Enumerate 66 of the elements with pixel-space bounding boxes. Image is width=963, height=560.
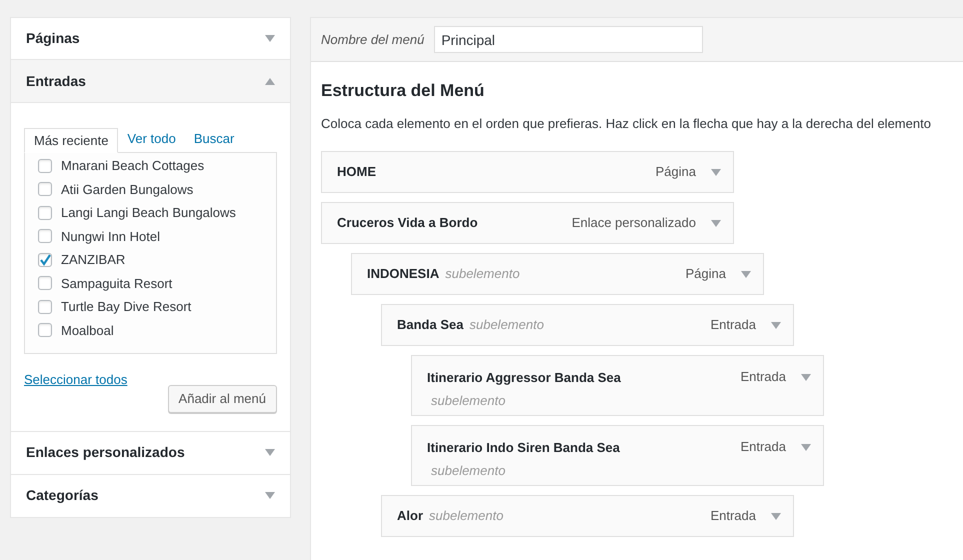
- menu-item-note: subelemento: [430, 462, 506, 480]
- checklist-item[interactable]: Atii Garden Bungalows: [38, 178, 276, 201]
- expand-arrow-icon[interactable]: [711, 220, 721, 226]
- menu-item[interactable]: Alor subelemento Entrada: [381, 495, 794, 537]
- checkbox[interactable]: [38, 206, 52, 220]
- menu-item[interactable]: Banda Sea subelemento Entrada: [381, 304, 794, 346]
- checkbox[interactable]: [38, 229, 52, 244]
- menu-item[interactable]: Itinerario Aggressor Banda Sea subelemento Entrada: [411, 355, 824, 416]
- menu-item-title: Itinerario Indo Siren Banda Sea: [427, 439, 620, 457]
- section-heading: Estructura del Menú: [321, 80, 486, 102]
- menu-item-title: INDONESIA: [367, 265, 440, 284]
- expand-arrow-icon[interactable]: [801, 444, 811, 450]
- menu-item[interactable]: Itinerario Indo Siren Banda Sea subelemento Entrada: [411, 425, 824, 486]
- expand-arrow-icon[interactable]: [265, 35, 275, 42]
- menu-item-note: subelemento: [430, 392, 506, 410]
- checkbox[interactable]: [38, 182, 52, 196]
- menu-item-note: subelemento: [469, 316, 544, 334]
- checkbox[interactable]: [38, 252, 52, 267]
- menu-item-type: Entrada: [740, 368, 786, 386]
- menu-item-title: Banda Sea: [397, 316, 464, 334]
- menu-item-type: Página: [686, 265, 726, 284]
- accordion-header[interactable]: Categorías: [10, 474, 291, 518]
- accordion-header[interactable]: Páginas: [10, 17, 291, 60]
- checklist-item[interactable]: Mnarani Beach Cottages: [38, 154, 276, 178]
- menu-item[interactable]: HOME Página: [321, 151, 734, 193]
- select-all-link[interactable]: Seleccionar todos: [24, 370, 128, 390]
- checklist-item[interactable]: ZANZIBAR: [38, 248, 276, 272]
- accordion-header[interactable]: Enlaces personalizados: [10, 432, 291, 474]
- menu-item-type: Entrada: [740, 438, 786, 456]
- menu-item-title: Itinerario Aggressor Banda Sea: [427, 369, 621, 387]
- checklist-item[interactable]: Turtle Bay Dive Resort: [38, 295, 276, 318]
- checklist-item[interactable]: Sampaguita Resort: [38, 272, 276, 295]
- menu-item-title: Cruceros Vida a Bordo: [337, 214, 478, 232]
- tab[interactable]: Ver todo: [118, 127, 185, 152]
- menu-item[interactable]: INDONESIA subelemento Página: [351, 253, 764, 295]
- description: Coloca cada elemento en el orden que prefieras. Haz click en la flecha que hay a la derecha del elemento: [321, 114, 932, 133]
- checklist-item[interactable]: Langi Langi Beach Bungalows: [38, 201, 276, 224]
- tab[interactable]: Más reciente: [24, 128, 118, 153]
- menu-item-note: subelemento: [429, 507, 504, 526]
- checkbox[interactable]: [38, 300, 52, 314]
- menu-name-label: Nombre del menú: [321, 30, 424, 49]
- collapse-arrow-icon[interactable]: [265, 78, 275, 84]
- expand-arrow-icon[interactable]: [801, 374, 811, 380]
- expand-arrow-icon[interactable]: [741, 270, 751, 278]
- menu-item[interactable]: Cruceros Vida a Bordo Enlace personalizado: [321, 202, 734, 244]
- expand-arrow-icon[interactable]: [265, 492, 275, 499]
- checkbox[interactable]: [38, 323, 52, 338]
- menu-name-field[interactable]: Principal: [434, 26, 704, 53]
- checkbox[interactable]: [38, 158, 52, 173]
- menu-item-type: Entrada: [710, 316, 756, 334]
- menu-item-type: Página: [656, 163, 696, 182]
- menu-item-note: subelemento: [445, 265, 520, 284]
- menu-item-type: Entrada: [710, 507, 756, 526]
- menu-item-title: Alor: [397, 507, 423, 526]
- expand-arrow-icon[interactable]: [771, 322, 781, 328]
- expand-arrow-icon[interactable]: [771, 512, 781, 520]
- expand-arrow-icon[interactable]: [711, 168, 721, 176]
- expand-arrow-icon[interactable]: [265, 449, 275, 456]
- menu-item-type: Enlace personalizado: [572, 214, 696, 232]
- checklist-item[interactable]: Moalboal: [38, 318, 276, 342]
- tab[interactable]: Buscar: [184, 127, 244, 152]
- add-to-menu-button[interactable]: Añadir al menú: [168, 384, 277, 412]
- checkbox[interactable]: [38, 276, 52, 290]
- checklist-item[interactable]: Nungwi Inn Hotel: [38, 224, 276, 248]
- menu-item-title: HOME: [337, 163, 376, 182]
- accordion-header[interactable]: Entradas: [10, 60, 291, 103]
